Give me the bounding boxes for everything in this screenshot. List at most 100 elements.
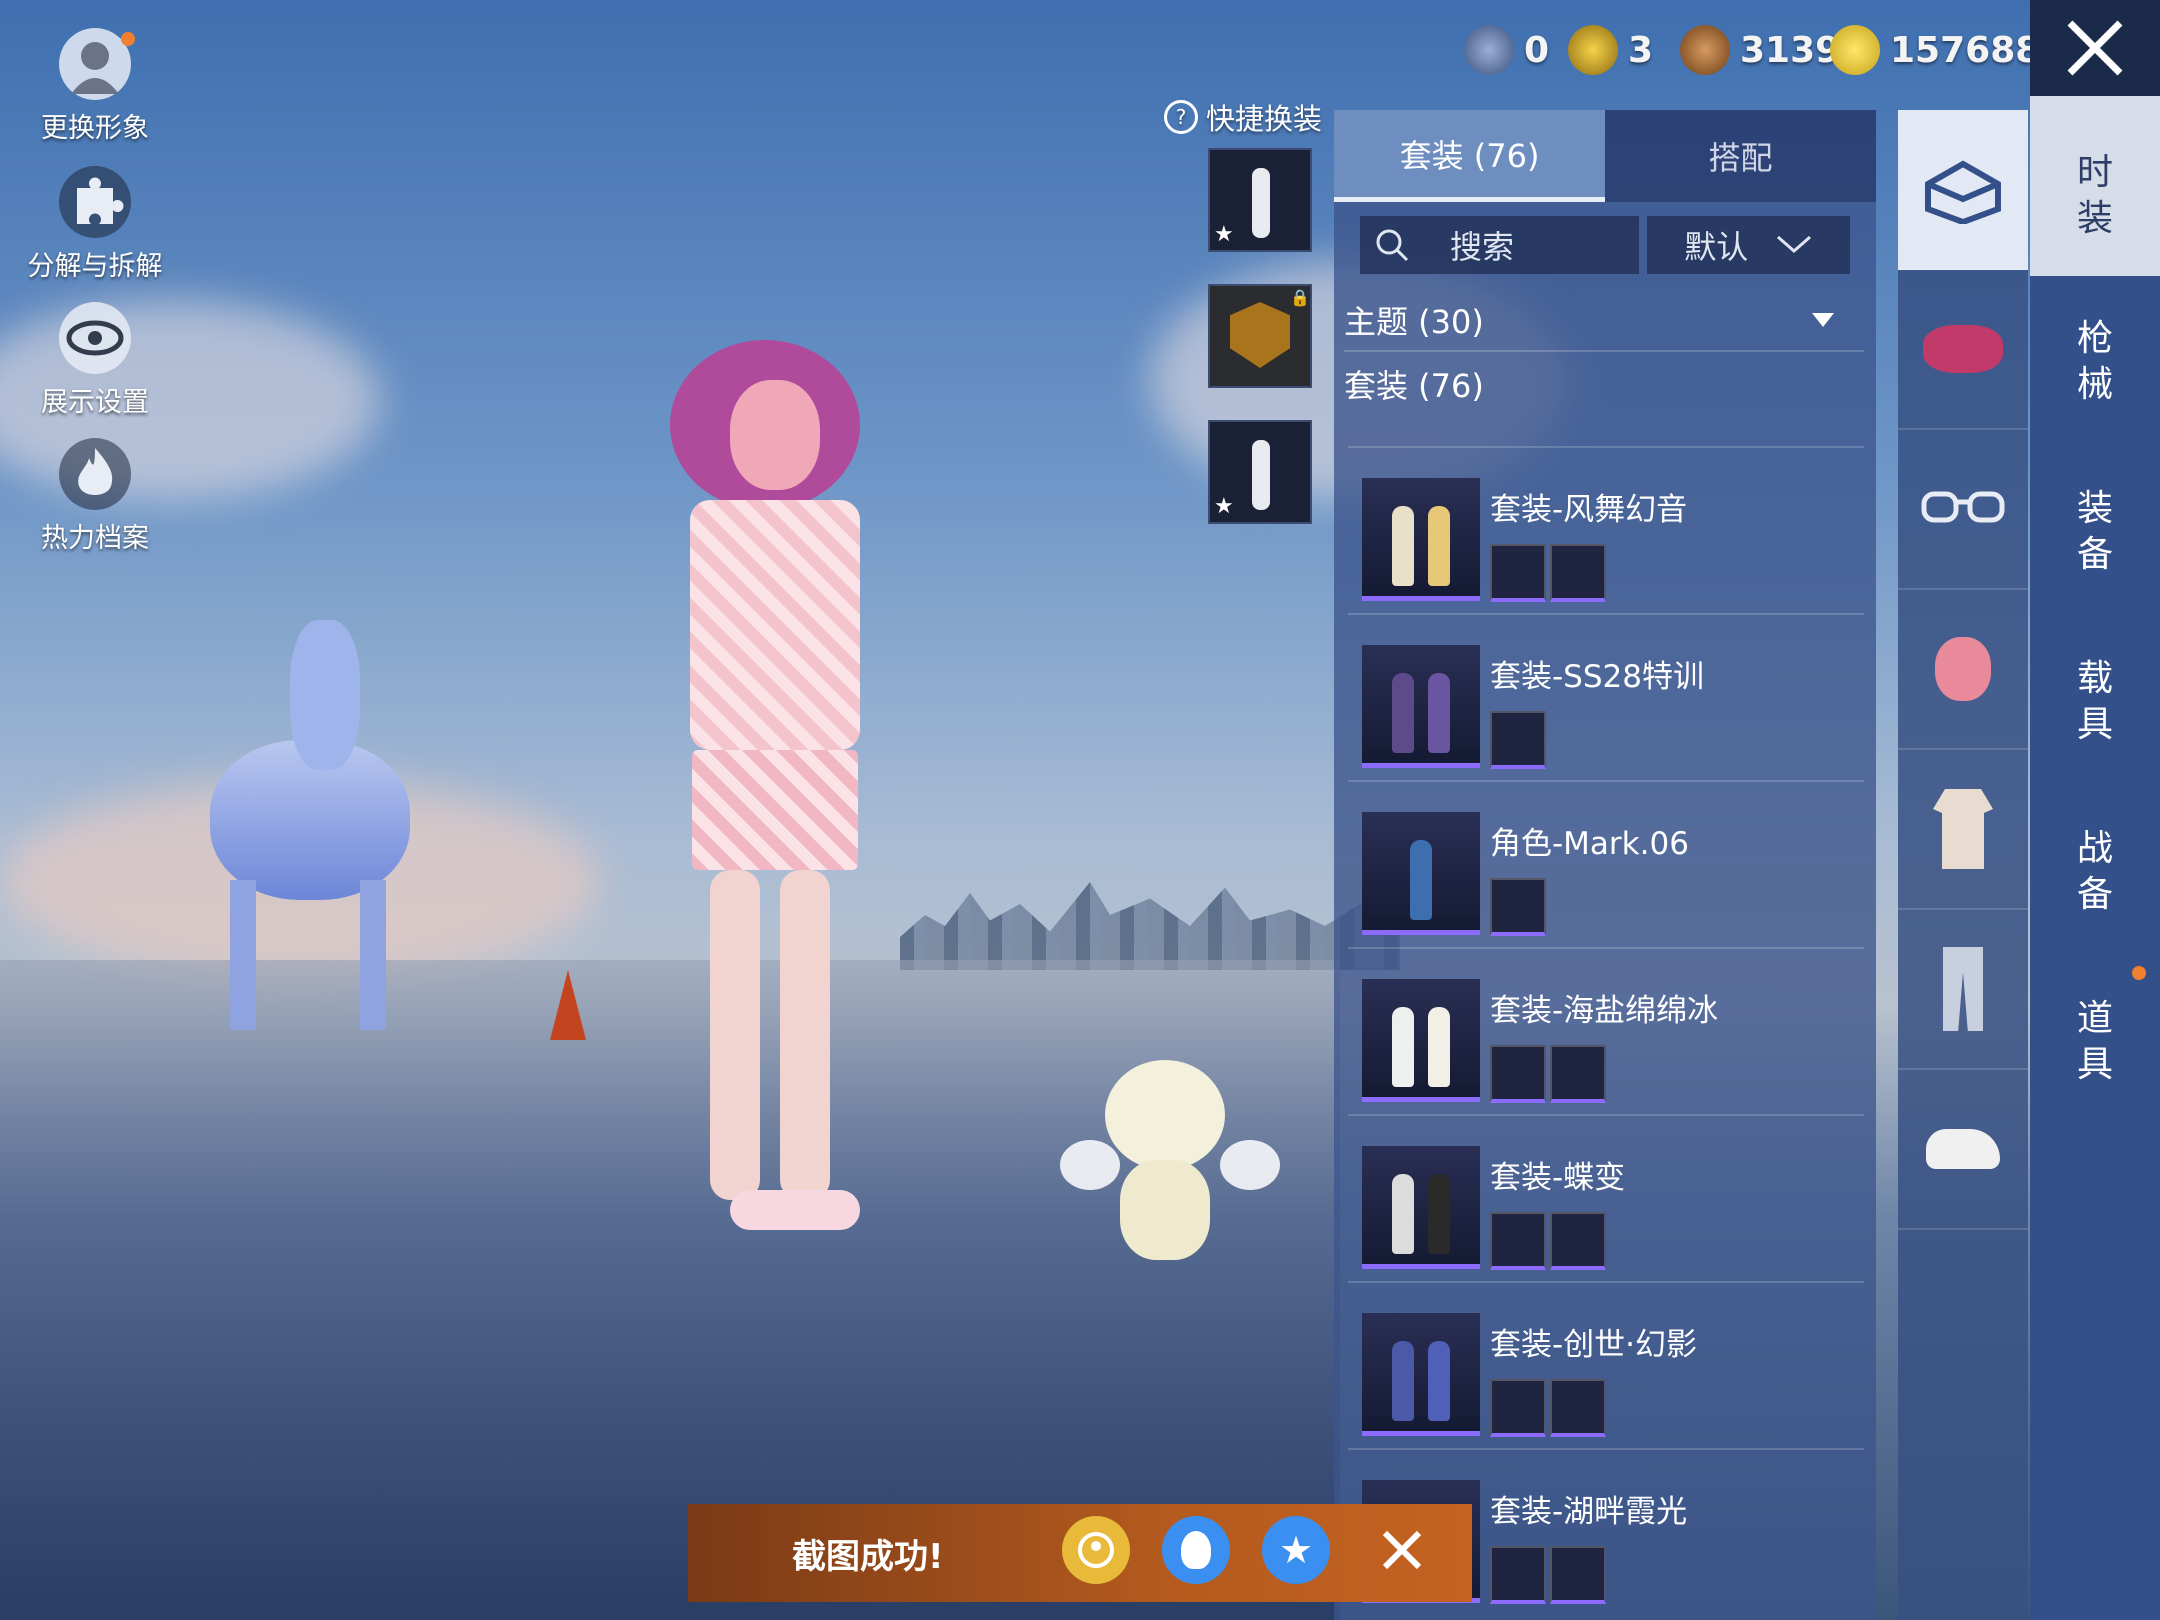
- item-part-thumb[interactable]: [1550, 1212, 1606, 1270]
- item-name: 套装-SS28特训: [1490, 659, 1704, 695]
- item-part-thumb[interactable]: [1550, 544, 1606, 602]
- avatar-icon: [59, 28, 135, 100]
- subcategory-pants[interactable]: [1898, 910, 2028, 1070]
- currency-medal-value: 0: [1524, 29, 1550, 71]
- item-name: 套装-风舞幻音: [1490, 492, 1688, 528]
- share-qq-button[interactable]: [1162, 1516, 1230, 1584]
- heat-archive-button[interactable]: 热力档案: [20, 438, 170, 555]
- tab-matching[interactable]: 搭配: [1605, 110, 1876, 202]
- quick-dress[interactable]: ? 快捷换装: [1164, 96, 1322, 138]
- dropdown-arrow-icon: [1812, 313, 1834, 327]
- pig-mask-icon: [1935, 637, 1991, 701]
- search-input[interactable]: 搜索: [1360, 216, 1639, 274]
- subcategory-top[interactable]: [1898, 750, 2028, 910]
- toast-close-button[interactable]: [1368, 1516, 1436, 1584]
- badge-icon: [1568, 25, 1618, 75]
- display-settings-label: 展示设置: [41, 387, 149, 418]
- item-part-thumb[interactable]: [1550, 1045, 1606, 1103]
- wardrobe-box-icon: [1925, 160, 2001, 224]
- sort-label: 默认: [1684, 228, 1749, 266]
- character-model: [580, 320, 960, 1250]
- item-part-thumb[interactable]: [1490, 878, 1546, 936]
- share-qzone-button[interactable]: ★: [1262, 1516, 1330, 1584]
- item-thumbnail: [1362, 1146, 1480, 1269]
- decompose-label: 分解与拆解: [27, 251, 163, 282]
- item-thumbnail: [1362, 645, 1480, 768]
- item-part-thumb[interactable]: [1490, 1379, 1546, 1437]
- pet-companion: [1060, 1060, 1280, 1270]
- close-button[interactable]: [2030, 0, 2160, 96]
- item-thumbnail: [1362, 478, 1480, 601]
- list-item[interactable]: 套装-创世·幻影: [1348, 1281, 1864, 1449]
- currency-lightning-value: 157688: [1890, 29, 2041, 71]
- lightning-coin-icon: [1830, 25, 1880, 75]
- currency-badge[interactable]: 3: [1568, 22, 1653, 78]
- jacket-icon: [1933, 789, 1993, 869]
- category-guns[interactable]: 枪械: [2030, 316, 2160, 408]
- item-thumbnail: [1362, 812, 1480, 935]
- category-gear[interactable]: 战备: [2030, 826, 2160, 918]
- item-thumbnail: [1362, 979, 1480, 1102]
- help-icon: ?: [1164, 100, 1198, 134]
- category-fashion[interactable]: 时装: [2030, 96, 2160, 276]
- currency-badge-value: 3: [1628, 29, 1654, 71]
- currency-lightning[interactable]: 157688: [1830, 22, 2040, 78]
- currency-bronze[interactable]: 3139: [1680, 22, 1840, 78]
- lock-icon: 🔒: [1290, 288, 1310, 307]
- section-theme-label: 主题 (30): [1344, 303, 1484, 341]
- quick-dress-label: 快捷换装: [1206, 102, 1323, 136]
- subcategory-mask[interactable]: [1898, 590, 2028, 750]
- hair-bow-icon: [1923, 325, 2003, 373]
- category-fashion-label: 时装: [2076, 152, 2113, 239]
- list-item[interactable]: 套装-SS28特训: [1348, 613, 1864, 781]
- traffic-cone: [550, 970, 586, 1040]
- list-item[interactable]: 角色-Mark.06: [1348, 780, 1864, 948]
- puzzle-icon: [59, 166, 131, 238]
- item-part-thumb[interactable]: [1550, 1379, 1606, 1437]
- item-part-thumb[interactable]: [1490, 1212, 1546, 1270]
- item-name: 套装-海盐绵绵冰: [1490, 993, 1719, 1029]
- share-game-button[interactable]: [1062, 1516, 1130, 1584]
- currency-medal[interactable]: 0: [1464, 22, 1549, 78]
- quick-dress-slot-1[interactable]: ★: [1208, 148, 1312, 252]
- qzone-star-icon: ★: [1278, 1528, 1314, 1572]
- item-part-thumb[interactable]: [1550, 1546, 1606, 1604]
- horse-mount: [170, 620, 430, 1040]
- category-equipment[interactable]: 装备: [2030, 486, 2160, 578]
- list-item[interactable]: 套装-海盐绵绵冰: [1348, 947, 1864, 1115]
- change-avatar-label: 更换形象: [41, 113, 149, 144]
- screenshot-toast: 截图成功! ★: [688, 1504, 1472, 1602]
- subcategory-glasses[interactable]: [1898, 430, 2028, 590]
- subcategory-all[interactable]: [1898, 110, 2028, 270]
- item-part-thumb[interactable]: [1490, 1045, 1546, 1103]
- pants-icon: [1943, 947, 1983, 1031]
- item-name: 套装-蝶变: [1490, 1160, 1626, 1196]
- chevron-down-icon: [1777, 235, 1812, 253]
- category-items[interactable]: 道具: [2030, 996, 2160, 1088]
- close-icon: [1382, 1530, 1422, 1570]
- category-vehicles[interactable]: 载具: [2030, 656, 2160, 748]
- decompose-button[interactable]: 分解与拆解: [20, 166, 170, 283]
- display-settings-button[interactable]: 展示设置: [20, 302, 170, 419]
- quick-dress-slot-locked[interactable]: 🔒: [1208, 284, 1312, 388]
- item-part-thumb[interactable]: [1490, 1546, 1546, 1604]
- category-sidebar: 时装 枪械 装备 载具 战备 道具: [2030, 96, 2160, 1620]
- category-vehicles-label: 载具: [2076, 658, 2113, 745]
- star-icon: ★: [1214, 222, 1234, 247]
- list-item[interactable]: 套装-蝶变: [1348, 1114, 1864, 1282]
- item-part-thumb[interactable]: [1490, 544, 1546, 602]
- sort-dropdown[interactable]: 默认: [1646, 216, 1850, 274]
- category-gear-label: 战备: [2076, 828, 2113, 915]
- change-avatar-button[interactable]: 更换形象: [20, 28, 170, 145]
- notification-dot: [2132, 966, 2146, 980]
- section-theme[interactable]: 主题 (30): [1344, 290, 1864, 352]
- list-item[interactable]: 套装-风舞幻音: [1348, 446, 1864, 614]
- search-icon: [1376, 229, 1409, 262]
- quick-dress-slot-2[interactable]: ★: [1208, 420, 1312, 524]
- item-thumbnail: [1362, 1313, 1480, 1436]
- subcategory-headwear[interactable]: [1898, 270, 2028, 430]
- tab-sets[interactable]: 套装 (76): [1334, 110, 1605, 202]
- item-part-thumb[interactable]: [1490, 711, 1546, 769]
- heat-archive-label: 热力档案: [41, 523, 149, 554]
- subcategory-shoes[interactable]: [1898, 1070, 2028, 1230]
